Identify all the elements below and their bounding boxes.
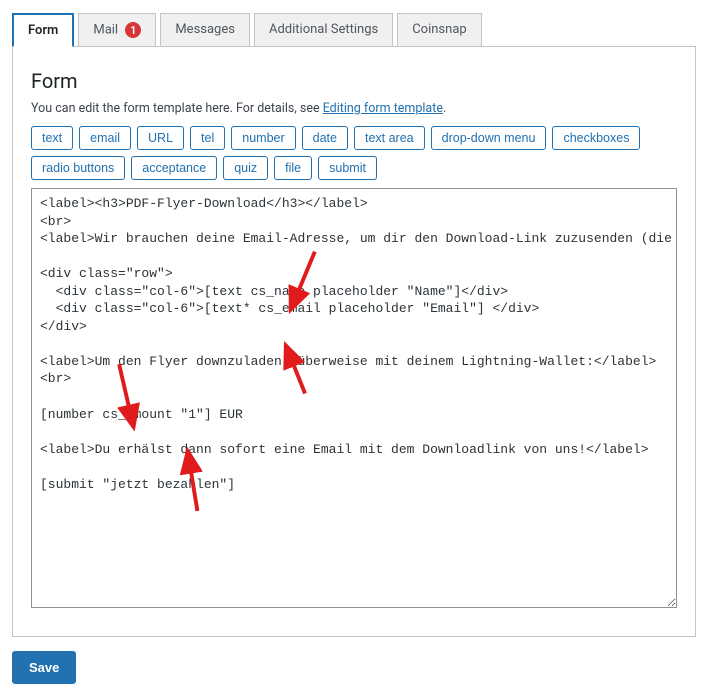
help-prefix: You can edit the form template here. For… bbox=[31, 101, 323, 116]
code-area-wrap bbox=[31, 188, 677, 612]
form-template-editor[interactable] bbox=[31, 188, 677, 608]
tab-coinsnap[interactable]: Coinsnap bbox=[397, 13, 481, 47]
tab-label: Form bbox=[28, 23, 58, 38]
tag-generator-row: text email URL tel number date text area… bbox=[31, 126, 677, 180]
tag-quiz-button[interactable]: quiz bbox=[223, 156, 268, 180]
help-link[interactable]: Editing form template bbox=[323, 101, 443, 116]
tag-checkboxes-button[interactable]: checkboxes bbox=[552, 126, 640, 150]
notification-badge: 1 bbox=[125, 22, 141, 38]
tag-submit-button[interactable]: submit bbox=[318, 156, 377, 180]
tag-text-button[interactable]: text bbox=[31, 126, 73, 150]
tab-additional-settings[interactable]: Additional Settings bbox=[254, 13, 393, 47]
tag-date-button[interactable]: date bbox=[302, 126, 348, 150]
tab-form[interactable]: Form bbox=[12, 13, 74, 47]
save-button[interactable]: Save bbox=[12, 651, 76, 684]
tag-file-button[interactable]: file bbox=[274, 156, 312, 180]
tag-dropdown-button[interactable]: drop-down menu bbox=[431, 126, 547, 150]
tag-email-button[interactable]: email bbox=[79, 126, 131, 150]
tab-mail[interactable]: Mail 1 bbox=[78, 13, 156, 47]
help-suffix: . bbox=[443, 101, 446, 116]
tab-bar: Form Mail 1 Messages Additional Settings… bbox=[12, 12, 696, 46]
tag-number-button[interactable]: number bbox=[231, 126, 295, 150]
tab-label: Coinsnap bbox=[412, 22, 466, 37]
tab-label: Messages bbox=[175, 22, 235, 37]
tag-acceptance-button[interactable]: acceptance bbox=[131, 156, 217, 180]
tag-url-button[interactable]: URL bbox=[137, 126, 184, 150]
tag-radio-button[interactable]: radio buttons bbox=[31, 156, 125, 180]
tab-label: Additional Settings bbox=[269, 22, 378, 37]
section-title: Form bbox=[31, 69, 677, 93]
tag-tel-button[interactable]: tel bbox=[190, 126, 225, 150]
tab-label: Mail bbox=[93, 22, 118, 37]
tab-messages[interactable]: Messages bbox=[160, 13, 250, 47]
tag-textarea-button[interactable]: text area bbox=[354, 126, 425, 150]
form-panel: Form You can edit the form template here… bbox=[12, 46, 696, 637]
help-text: You can edit the form template here. For… bbox=[31, 101, 677, 116]
